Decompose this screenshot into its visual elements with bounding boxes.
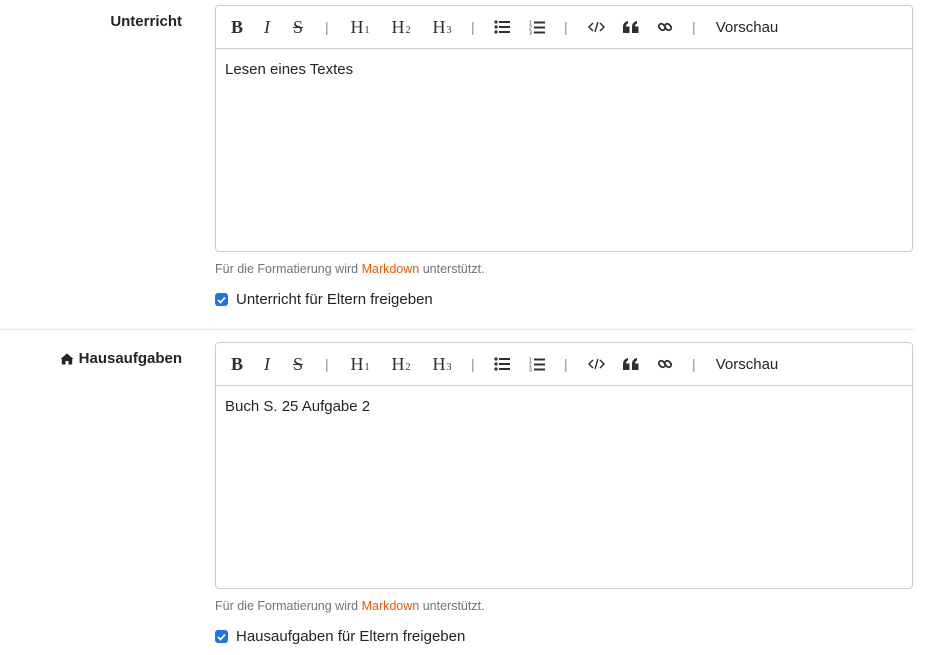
toolbar-separator: | [692, 19, 696, 35]
bullet-list-button[interactable] [492, 6, 512, 48]
hausaufgaben-textarea[interactable]: Buch S. 25 Aufgabe 2 [216, 386, 912, 576]
toolbar-separator: | [564, 356, 568, 372]
unterricht-freigeben-checkbox-row[interactable]: Unterricht für Eltern freigeben [215, 291, 433, 308]
numbered-list-icon: 123 [529, 357, 545, 372]
toolbar-separator: | [325, 356, 329, 372]
link-icon [657, 22, 673, 32]
heading2-button[interactable]: H2 [389, 6, 413, 48]
code-icon [587, 21, 605, 33]
heading2-button[interactable]: H2 [389, 343, 413, 385]
italic-button[interactable]: I [258, 6, 276, 48]
quote-button[interactable] [621, 6, 641, 48]
hausaufgaben-freigeben-checkbox[interactable] [215, 630, 228, 643]
toolbar-separator: | [564, 19, 568, 35]
svg-text:3: 3 [529, 367, 532, 372]
quote-icon [623, 357, 639, 370]
unterricht-textarea[interactable]: Lesen eines Textes [216, 49, 912, 239]
code-button[interactable] [586, 343, 606, 385]
heading3-button[interactable]: H3 [430, 343, 454, 385]
editor-toolbar: B I S | H1 H2 H3 | 123 | | Vorschau [216, 343, 912, 386]
markdown-link[interactable]: Markdown [362, 599, 420, 613]
markdown-link[interactable]: Markdown [362, 262, 420, 276]
link-button[interactable] [655, 343, 675, 385]
unterricht-label: Unterricht [110, 13, 182, 30]
bold-button[interactable]: B [228, 343, 246, 385]
numbered-list-button[interactable]: 123 [527, 6, 547, 48]
unterricht-editor: B I S | H1 H2 H3 | 123 | | Vorschau Lese… [215, 5, 913, 252]
hausaufgaben-editor: B I S | H1 H2 H3 | 123 | | Vorschau Buch… [215, 342, 913, 589]
editor-toolbar: B I S | H1 H2 H3 | 123 | | Vorschau [216, 6, 912, 49]
bullet-list-icon [494, 357, 510, 371]
hausaufgaben-section: Hausaufgaben B I S | H1 H2 H3 | 123 | | … [0, 337, 931, 655]
preview-button[interactable]: Vorschau [714, 6, 780, 48]
quote-button[interactable] [621, 343, 641, 385]
bullet-list-button[interactable] [492, 343, 512, 385]
bold-button[interactable]: B [228, 6, 246, 48]
toolbar-separator: | [471, 19, 475, 35]
toolbar-separator: | [325, 19, 329, 35]
link-icon [657, 359, 673, 369]
numbered-list-icon: 123 [529, 20, 545, 35]
home-icon [60, 353, 74, 364]
strikethrough-button[interactable]: S [288, 6, 308, 48]
code-icon [587, 358, 605, 370]
strikethrough-button[interactable]: S [288, 343, 308, 385]
hausaufgaben-label: Hausaufgaben [60, 350, 182, 367]
bullet-list-icon [494, 20, 510, 34]
heading1-button[interactable]: H1 [348, 6, 372, 48]
svg-text:3: 3 [529, 30, 532, 35]
italic-button[interactable]: I [258, 343, 276, 385]
unterricht-freigeben-checkbox[interactable] [215, 293, 228, 306]
markdown-help-text: Für die Formatierung wird Markdown unter… [215, 599, 485, 613]
quote-icon [623, 20, 639, 33]
heading1-button[interactable]: H1 [348, 343, 372, 385]
preview-button[interactable]: Vorschau [714, 343, 780, 385]
code-button[interactable] [586, 6, 606, 48]
toolbar-separator: | [692, 356, 696, 372]
check-icon [217, 633, 226, 641]
toolbar-separator: | [471, 356, 475, 372]
link-button[interactable] [655, 6, 675, 48]
heading3-button[interactable]: H3 [430, 6, 454, 48]
numbered-list-button[interactable]: 123 [527, 343, 547, 385]
markdown-help-text: Für die Formatierung wird Markdown unter… [215, 262, 485, 276]
unterricht-section: Unterricht B I S | H1 H2 H3 | 123 | | Vo… [0, 0, 931, 330]
check-icon [217, 296, 226, 304]
hausaufgaben-freigeben-checkbox-row[interactable]: Hausaufgaben für Eltern freigeben [215, 628, 465, 645]
section-divider [0, 329, 915, 330]
